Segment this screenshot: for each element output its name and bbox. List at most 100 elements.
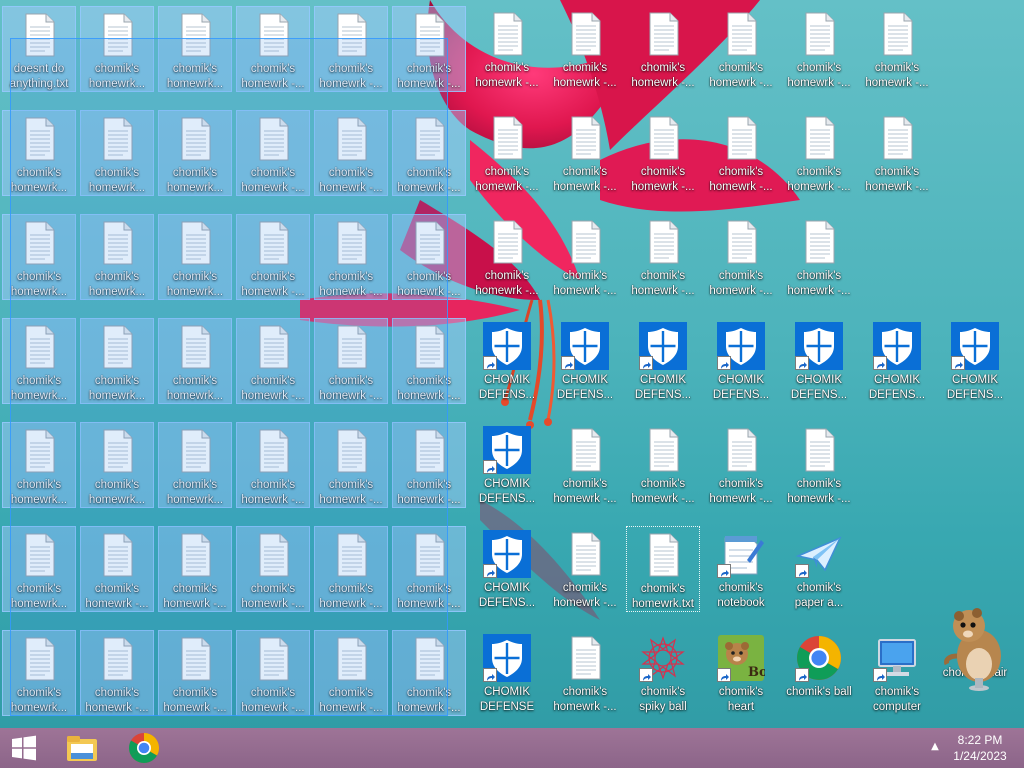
- desktop-icon-chomik-s-homewrk[interactable]: chomik's homewrk -...: [236, 318, 310, 404]
- desktop-icon-chomik-s-homewrk[interactable]: chomik's homewrk -...: [314, 630, 388, 716]
- desktop-icon-chomik-s-homewrk[interactable]: chomik's homewrk -...: [392, 214, 466, 300]
- desktop-icon-chomik-s-homewrk[interactable]: chomik's homewrk -...: [392, 526, 466, 612]
- desktop-icon-chomik-s-homewrk[interactable]: chomik's homewrk -...: [548, 110, 622, 196]
- desktop-icon-chomik-s-homewrk[interactable]: chomik's homewrk -...: [314, 422, 388, 508]
- desktop-icon-chomik-s-homewrk[interactable]: chomik's homewrk -...: [314, 110, 388, 196]
- desktop-icon-chomik-s-homewrk[interactable]: chomik's homewrk -...: [158, 630, 232, 716]
- txt-icon: [15, 531, 63, 579]
- desktop-icon-chomik-s-homewrk[interactable]: chomik's homewrk -...: [392, 110, 466, 196]
- desktop-icon-chomik-s-homewrk[interactable]: chomik's homewrk -...: [548, 630, 622, 716]
- desktop-icon-chomik-s-homewrk[interactable]: chomik's homewrk -...: [782, 214, 856, 300]
- desktop-icon-chomik-chair[interactable]: chomik chair: [938, 608, 1012, 716]
- desktop-icon-chomik-s-homewrk[interactable]: chomik's homewrk...: [80, 110, 154, 196]
- desktop-icon-chomik-defens[interactable]: CHOMIK DEFENS...: [938, 318, 1012, 404]
- desktop-icon-chomik-s-homewrk[interactable]: chomik's homewrk -...: [548, 214, 622, 300]
- desktop-icon-chomik-s-homewrk[interactable]: chomik's homewrk...: [2, 630, 76, 716]
- desktop-icon-chomik-s-homewrk[interactable]: chomik's homewrk...: [158, 214, 232, 300]
- desktop-icon-chomik-s-homewrk[interactable]: chomik's homewrk -...: [470, 110, 544, 196]
- desktop-icon-chomik-s-homewrk[interactable]: chomik's homewrk -...: [470, 214, 544, 300]
- desktop-icon-chomik-s-homewrk[interactable]: chomik's homewrk -...: [236, 630, 310, 716]
- desktop-icon-chomik-defens[interactable]: CHOMIK DEFENS...: [860, 318, 934, 404]
- desktop-icon-chomik-s-homewrk[interactable]: chomik's homewrk...: [80, 422, 154, 508]
- desktop-icon-chomik-s-homewrk[interactable]: chomik's homewrk -...: [314, 6, 388, 92]
- desktop-icon-chomik-defens[interactable]: CHOMIK DEFENS...: [470, 318, 544, 404]
- desktop-icon-chomik-s-homewrk[interactable]: chomik's homewrk...: [158, 422, 232, 508]
- desktop-icon-chomik-s-homewrk[interactable]: chomik's homewrk...: [80, 318, 154, 404]
- desktop-icon-label: chomik's homewrk -...: [553, 166, 617, 193]
- txt-icon: [405, 219, 453, 267]
- desktop-icon-chomik-s-homewrk[interactable]: chomik's homewrk -...: [548, 422, 622, 508]
- desktop-icon-chomik-defens[interactable]: CHOMIK DEFENS...: [704, 318, 778, 404]
- desktop-icon-chomik-defens[interactable]: CHOMIK DEFENS...: [470, 422, 544, 508]
- desktop-icon-chomik-s-ball[interactable]: chomik's ball: [782, 630, 856, 716]
- desktop-icon-chomik-s-homewrk[interactable]: chomik's homewrk -...: [470, 6, 544, 92]
- desktop-icon-chomik-s-homewrk[interactable]: chomik's homewrk...: [2, 526, 76, 612]
- desktop-icon-chomik-s-homewrk[interactable]: chomik's homewrk -...: [236, 526, 310, 612]
- desktop-icon-chomik-s-homewrk[interactable]: chomik's homewrk -...: [626, 6, 700, 92]
- desktop-icon-chomik-s-homewrk[interactable]: chomik's homewrk -...: [548, 526, 622, 612]
- desktop-icon-chomik-s-homewrk-txt[interactable]: chomik's homewrk.txt: [626, 526, 700, 612]
- desktop-icon-chomik-s-homewrk[interactable]: chomik's homewrk -...: [704, 422, 778, 508]
- desktop-icon-chomik-s-homewrk[interactable]: chomik's homewrk...: [158, 6, 232, 92]
- desktop-icon-chomik-s-homewrk[interactable]: chomik's homewrk -...: [704, 214, 778, 300]
- computer-icon: [873, 634, 921, 682]
- show-hidden-icons-button[interactable]: ▲: [928, 740, 942, 754]
- desktop-icon-chomik-s-homewrk[interactable]: chomik's homewrk -...: [626, 214, 700, 300]
- txt-icon: [795, 114, 843, 162]
- desktop-icon-chomik-s-homewrk[interactable]: chomik's homewrk -...: [392, 422, 466, 508]
- desktop-icon-chomik-s-notebook[interactable]: chomik's notebook: [704, 526, 778, 612]
- desktop-icon-chomik-s-homewrk[interactable]: chomik's homewrk -...: [392, 630, 466, 716]
- desktop-icon-chomik-s-homewrk[interactable]: chomik's homewrk -...: [314, 526, 388, 612]
- desktop-icon-chomik-s-heart[interactable]: Box chomik's heart: [704, 630, 778, 716]
- desktop-icon-chomik-defens[interactable]: CHOMIK DEFENS...: [470, 526, 544, 612]
- desktop-icon-chomik-s-homewrk[interactable]: chomik's homewrk -...: [704, 110, 778, 196]
- file-explorer-button[interactable]: [58, 728, 106, 768]
- desktop-icon-label: chomik's homewrk -...: [319, 167, 383, 194]
- desktop-icon-chomik-s-homewrk[interactable]: chomik's homewrk...: [2, 110, 76, 196]
- desktop-icon-chomik-s-homewrk[interactable]: chomik's homewrk -...: [80, 526, 154, 612]
- desktop-icon-chomik-s-spiky-ball[interactable]: chomik's spiky ball: [626, 630, 700, 716]
- desktop-icon-chomik-s-homewrk[interactable]: chomik's homewrk -...: [236, 110, 310, 196]
- txt-icon: [327, 427, 375, 475]
- desktop-icon-chomik-s-homewrk[interactable]: chomik's homewrk -...: [392, 6, 466, 92]
- desktop-icon-chomik-s-homewrk[interactable]: chomik's homewrk -...: [392, 318, 466, 404]
- desktop-icon-chomik-s-homewrk[interactable]: chomik's homewrk -...: [860, 110, 934, 196]
- desktop-icon-chomik-defense[interactable]: CHOMIK DEFENSE: [470, 630, 544, 716]
- clock[interactable]: 8:22 PM 1/24/2023: [944, 732, 1016, 764]
- desktop-icon-chomik-s-homewrk[interactable]: chomik's homewrk...: [80, 6, 154, 92]
- desktop-icon-chomik-s-homewrk[interactable]: chomik's homewrk -...: [236, 6, 310, 92]
- desktop-icon-chomik-s-homewrk[interactable]: chomik's homewrk -...: [236, 422, 310, 508]
- desktop-icon-chomik-s-homewrk[interactable]: chomik's homewrk -...: [158, 526, 232, 612]
- desktop-icon-chomik-s-homewrk[interactable]: chomik's homewrk -...: [80, 630, 154, 716]
- desktop-icon-chomik-s-homewrk[interactable]: chomik's homewrk...: [2, 214, 76, 300]
- desktop-icon-doesnt-do-anything-txt[interactable]: doesnt do anything.txt: [2, 6, 76, 92]
- desktop-icon-chomik-s-homewrk[interactable]: chomik's homewrk...: [80, 214, 154, 300]
- desktop-icon-chomik-s-paper-a[interactable]: chomik's paper a...: [782, 526, 856, 612]
- desktop-icon-chomik-s-computer[interactable]: chomik's computer: [860, 630, 934, 716]
- desktop-icon-label: CHOMIK DEFENSE: [479, 686, 535, 713]
- desktop-icon-chomik-defens[interactable]: CHOMIK DEFENS...: [782, 318, 856, 404]
- desktop-icon-chomik-s-homewrk[interactable]: chomik's homewrk -...: [626, 422, 700, 508]
- desktop-icon-chomik-s-homewrk[interactable]: chomik's homewrk...: [158, 110, 232, 196]
- desktop[interactable]: doesnt do anything.txt chomik's homewrk..…: [0, 0, 1024, 728]
- chrome-button[interactable]: [120, 728, 168, 768]
- txt-icon: [171, 11, 219, 59]
- desktop-icon-chomik-s-homewrk[interactable]: chomik's homewrk -...: [704, 6, 778, 92]
- desktop-icon-label: chomik's notebook: [717, 582, 765, 609]
- desktop-icon-chomik-s-homewrk[interactable]: chomik's homewrk -...: [236, 214, 310, 300]
- desktop-icon-chomik-s-homewrk[interactable]: chomik's homewrk...: [2, 318, 76, 404]
- start-button[interactable]: [0, 728, 48, 768]
- desktop-icon-chomik-s-homewrk[interactable]: chomik's homewrk -...: [314, 318, 388, 404]
- desktop-icon-chomik-s-homewrk[interactable]: chomik's homewrk -...: [860, 6, 934, 92]
- desktop-icon-chomik-s-homewrk[interactable]: chomik's homewrk -...: [548, 6, 622, 92]
- desktop-icon-chomik-defens[interactable]: CHOMIK DEFENS...: [626, 318, 700, 404]
- desktop-icon-chomik-s-homewrk[interactable]: chomik's homewrk -...: [782, 110, 856, 196]
- desktop-icon-chomik-s-homewrk[interactable]: chomik's homewrk -...: [782, 6, 856, 92]
- desktop-icon-chomik-s-homewrk[interactable]: chomik's homewrk -...: [626, 110, 700, 196]
- desktop-icon-chomik-defens[interactable]: CHOMIK DEFENS...: [548, 318, 622, 404]
- desktop-icon-chomik-s-homewrk[interactable]: chomik's homewrk -...: [314, 214, 388, 300]
- desktop-icon-chomik-s-homewrk[interactable]: chomik's homewrk -...: [782, 422, 856, 508]
- desktop-icon-label: chomik's homewrk...: [10, 583, 68, 610]
- desktop-icon-chomik-s-homewrk[interactable]: chomik's homewrk...: [2, 422, 76, 508]
- desktop-icon-chomik-s-homewrk[interactable]: chomik's homewrk...: [158, 318, 232, 404]
